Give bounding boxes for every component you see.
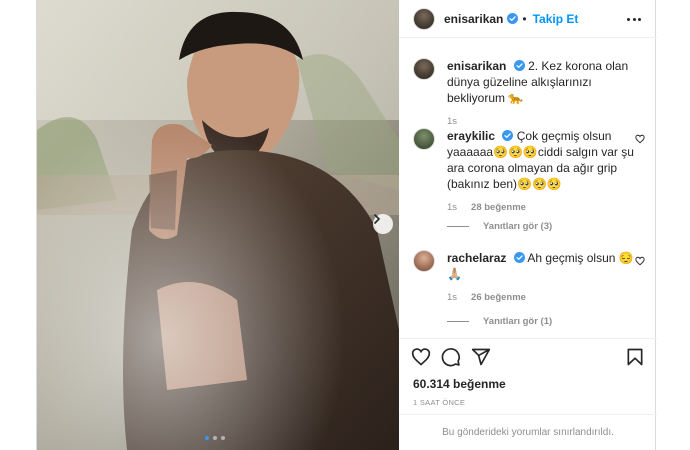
avatar[interactable] [413,7,435,30]
chevron-right-icon [374,214,381,224]
photo-illustration [37,0,399,450]
view-replies-label: Yanıtları gör (3) [483,221,553,232]
post-side-panel: enisarikan • Takip Et enisarikan 2. Kez … [399,0,657,450]
comment-username[interactable]: rachelaraz [447,251,506,265]
comment-username[interactable]: eraykilic [447,129,495,143]
list-item: rachelaraz Ah geçmiş olsun 😔🙏🏼 1s 26 beğ… [413,250,645,303]
caption-username[interactable]: enisarikan [447,59,506,73]
view-replies-button[interactable]: Yanıtları gör (1) [447,316,552,327]
carousel-dot [205,436,209,440]
view-replies-label: Yanıtları gör (1) [483,316,553,327]
view-replies-button[interactable]: Yanıtları gör (3) [447,221,552,232]
header-username[interactable]: enisarikan [444,12,503,26]
verified-badge-icon [507,13,519,24]
heart-icon[interactable] [635,256,645,266]
next-slide-button[interactable] [373,214,393,234]
divider [447,321,469,322]
verified-badge-icon [513,252,525,263]
carousel-indicator [205,436,225,440]
avatar[interactable] [413,58,435,80]
comment-likes[interactable]: 26 beğenme [471,292,526,303]
verified-badge-icon [513,60,525,71]
likes-count[interactable]: 60.314 beğenme [413,377,506,391]
post-photo[interactable] [37,0,399,450]
more-options-icon[interactable] [627,13,641,25]
carousel-dot [221,436,225,440]
action-bar [399,338,657,374]
comment-icon[interactable] [441,347,461,367]
post-timestamp[interactable]: 1 SAAT ÖNCE [413,398,465,407]
heart-icon[interactable] [635,134,645,144]
bookmark-icon[interactable] [625,347,645,367]
list-item: eraykilic Çok geçmiş olsun yaaaaaa🥺🥺🥺cid… [413,128,645,213]
header-separator: • [522,11,527,26]
heart-icon[interactable] [411,347,431,367]
post-dialog: enisarikan • Takip Et enisarikan 2. Kez … [36,0,657,450]
post-caption: enisarikan 2. Kez korona olan dünya güze… [413,58,643,127]
avatar[interactable] [413,250,435,272]
verified-badge-icon [502,130,514,141]
avatar[interactable] [413,128,435,150]
comment-time: 1s [447,202,458,213]
post-header: enisarikan • Takip Et [399,0,657,38]
caption-time: 1s [447,116,458,127]
carousel-dot [213,436,217,440]
comments-limited-notice: Bu gönderideki yorumlar sınırlandırıldı. [399,414,657,450]
divider [447,226,469,227]
comment-time: 1s [447,292,458,303]
follow-button[interactable]: Takip Et [533,12,579,26]
comments-list: enisarikan 2. Kez korona olan dünya güze… [399,38,657,338]
share-icon[interactable] [471,347,491,367]
comment-likes[interactable]: 28 beğenme [471,202,526,213]
